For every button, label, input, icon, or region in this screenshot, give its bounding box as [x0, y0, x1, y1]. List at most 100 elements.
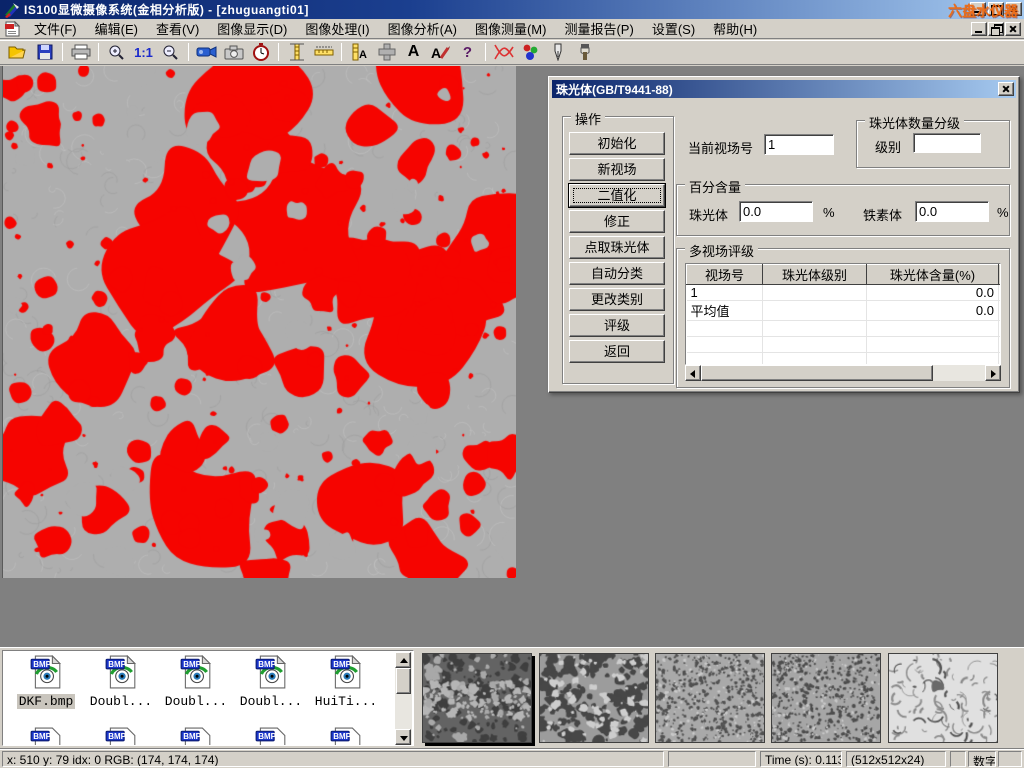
open-folder-icon[interactable] [5, 42, 30, 63]
current-field-input[interactable] [764, 134, 834, 155]
window-title: IS100显微摄像系统(金相分析版) - [zhuguangti01] [24, 1, 309, 18]
menu-view[interactable]: 查看(V) [147, 17, 208, 40]
file-browser[interactable]: BMP DKF.bmp BMP Doubl... BMP Doubl... [2, 650, 414, 746]
col-pearlite-content[interactable]: 珠光体含量(%) [867, 265, 999, 285]
pick-pearlite-button[interactable]: 点取珠光体 [569, 236, 665, 259]
scroll-thumb[interactable] [701, 365, 933, 381]
file-name[interactable]: Doubl... [238, 694, 304, 709]
workspace: 珠光体(GB/T9441-88) 操作 初始化 新视场 二值化 修正 点取珠光体… [0, 66, 1024, 647]
file-item[interactable]: BMP DKF.bmp [9, 655, 83, 709]
file-name[interactable]: Doubl... [163, 694, 229, 709]
menu-image-process[interactable]: 图像处理(I) [296, 17, 378, 40]
file-name[interactable]: DKF.bmp [17, 694, 76, 709]
file-item[interactable]: BMP [309, 727, 383, 746]
thumbnail-3[interactable] [655, 653, 765, 743]
scroll-right-icon[interactable] [985, 365, 1001, 381]
video-camera-icon[interactable] [194, 42, 219, 63]
ruler-horizontal-icon[interactable] [311, 42, 336, 63]
document-icon[interactable] [4, 21, 21, 37]
initialize-button[interactable]: 初始化 [569, 132, 665, 155]
pen-tool-icon[interactable] [545, 42, 570, 63]
file-name[interactable]: HuiTi... [313, 694, 379, 709]
scroll-up-icon[interactable] [395, 652, 411, 668]
mdi-restore-button[interactable] [988, 22, 1004, 36]
scroll-thumb[interactable] [396, 668, 411, 694]
svg-text:BMP: BMP [258, 732, 276, 741]
col-field-number[interactable]: 视场号 [687, 265, 763, 285]
dialog-close-button[interactable] [998, 82, 1014, 96]
return-button[interactable]: 返回 [569, 340, 665, 363]
classify-dots-icon[interactable] [518, 42, 543, 63]
metallograph-image[interactable] [2, 66, 516, 578]
save-icon[interactable] [32, 42, 57, 63]
file-item[interactable]: BMP Doubl... [234, 655, 308, 709]
scroll-track[interactable] [933, 365, 985, 381]
file-item[interactable]: BMP [9, 727, 83, 746]
help-icon[interactable]: ? [455, 42, 480, 63]
rate-button[interactable]: 评级 [569, 314, 665, 337]
brush-tool-icon[interactable] [572, 42, 597, 63]
pearlite-percent-input[interactable] [739, 201, 813, 222]
file-item[interactable]: BMP Doubl... [84, 655, 158, 709]
mdi-minimize-button[interactable] [971, 22, 987, 36]
file-name[interactable]: Doubl... [88, 694, 154, 709]
ferrite-percent-input[interactable] [915, 201, 989, 222]
text-label-icon[interactable]: A [401, 42, 426, 63]
binarize-button[interactable]: 二值化 [569, 184, 665, 207]
correct-button[interactable]: 修正 [569, 210, 665, 233]
file-list-vscrollbar[interactable] [395, 652, 412, 745]
table-row[interactable]: 1 0.0 [687, 285, 1002, 301]
thumbnail-2[interactable] [539, 653, 649, 743]
thumbnail-4[interactable] [771, 653, 881, 743]
zoom-in-icon[interactable] [104, 42, 129, 63]
zoom-out-icon[interactable] [158, 42, 183, 63]
menu-report[interactable]: 测量报告(P) [555, 17, 642, 40]
menu-image-display[interactable]: 图像显示(D) [208, 17, 296, 40]
scroll-left-icon[interactable] [685, 365, 701, 381]
mdi-close-button[interactable] [1005, 22, 1021, 36]
new-field-button[interactable]: 新视场 [569, 158, 665, 181]
menu-file[interactable]: 文件(F) [25, 17, 86, 40]
grid-cross-icon[interactable] [374, 42, 399, 63]
caliper-vertical-icon[interactable] [284, 42, 309, 63]
menu-image-measure[interactable]: 图像测量(M) [466, 17, 556, 40]
minimize-button[interactable] [970, 2, 986, 16]
menu-settings[interactable]: 设置(S) [643, 17, 704, 40]
print-icon[interactable] [68, 42, 93, 63]
actual-size-icon[interactable]: 1:1 [131, 42, 156, 63]
col-ferrite[interactable]: 铁素体 [999, 265, 1002, 285]
change-class-button[interactable]: 更改类别 [569, 288, 665, 311]
ferrite-label: 铁素体 [863, 205, 902, 224]
file-item[interactable]: BMP [84, 727, 158, 746]
multi-field-group: 多视场评级 视场号 珠光体级别 珠光体含量(%) 铁素体 [676, 248, 1010, 388]
close-button[interactable] [1006, 2, 1022, 16]
table-row[interactable]: 平均值 0.0 [687, 301, 1002, 321]
grade-input[interactable] [913, 133, 981, 153]
menu-edit[interactable]: 编辑(E) [86, 17, 147, 40]
scroll-down-icon[interactable] [395, 729, 411, 745]
file-item[interactable]: BMP [159, 727, 233, 746]
thumbnail-5[interactable] [888, 653, 998, 743]
multi-field-group-title: 多视场评级 [685, 241, 758, 260]
file-item[interactable]: BMP HuiTi... [309, 655, 383, 709]
svg-text:BMP: BMP [33, 732, 51, 741]
menu-image-analysis[interactable]: 图像分析(A) [379, 17, 466, 40]
col-pearlite-grade[interactable]: 珠光体级别 [763, 265, 867, 285]
file-item[interactable]: BMP [234, 727, 308, 746]
timer-icon[interactable] [248, 42, 273, 63]
cell-grade [763, 301, 867, 321]
text-edit-icon[interactable]: A [428, 42, 453, 63]
file-item[interactable]: BMP Doubl... [159, 655, 233, 709]
auto-classify-button[interactable]: 自动分类 [569, 262, 665, 285]
measure-text-icon[interactable]: A [347, 42, 372, 63]
dialog-title-bar[interactable]: 珠光体(GB/T9441-88) [552, 80, 1016, 98]
pearlite-dialog: 珠光体(GB/T9441-88) 操作 初始化 新视场 二值化 修正 点取珠光体… [548, 76, 1020, 393]
camera-icon[interactable] [221, 42, 246, 63]
curve-tool-icon[interactable] [491, 42, 516, 63]
maximize-button[interactable] [988, 2, 1004, 16]
rating-table[interactable]: 视场号 珠光体级别 珠光体含量(%) 铁素体 1 0.0 [685, 263, 1001, 365]
menu-help[interactable]: 帮助(H) [704, 17, 766, 40]
thumbnail-1[interactable] [422, 653, 532, 743]
table-hscrollbar[interactable] [685, 365, 1001, 381]
scroll-track[interactable] [395, 694, 412, 729]
